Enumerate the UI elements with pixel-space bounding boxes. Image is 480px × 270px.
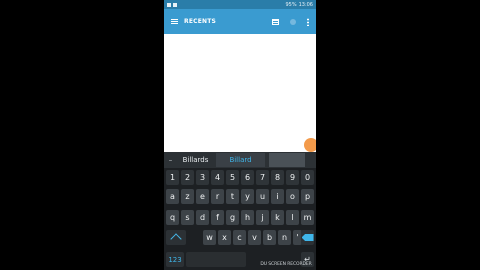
- key[interactable]: t: [226, 189, 239, 204]
- suggestion-right[interactable]: [269, 153, 305, 167]
- shift-key[interactable]: [166, 230, 186, 245]
- key[interactable]: n: [278, 230, 291, 245]
- key[interactable]: i: [271, 189, 284, 204]
- more-options-icon[interactable]: [307, 17, 309, 26]
- keyboard: 1 2 3 4 5 6 7 8 9 0 a z e r t y u i o p …: [164, 168, 316, 270]
- key[interactable]: e: [196, 189, 209, 204]
- notification-icons: [167, 2, 177, 7]
- key[interactable]: a: [166, 189, 179, 204]
- key[interactable]: d: [196, 210, 209, 225]
- floating-action-button[interactable]: [304, 138, 316, 152]
- suggestion-bar: – Billards Billard: [164, 152, 316, 168]
- key[interactable]: j: [256, 210, 269, 225]
- list-view-icon[interactable]: [272, 18, 279, 25]
- key[interactable]: 7: [256, 170, 269, 185]
- keyboard-row-3: w x c v b n ': [164, 228, 316, 248]
- suggestion-expand-icon[interactable]: –: [164, 152, 177, 168]
- backspace-icon: [301, 234, 314, 241]
- key[interactable]: 2: [181, 170, 194, 185]
- notification-icon: [173, 2, 177, 7]
- keyboard-row-1: a z e r t y u i o p: [164, 187, 316, 207]
- key[interactable]: x: [218, 230, 231, 245]
- key[interactable]: o: [286, 189, 299, 204]
- key[interactable]: 3: [196, 170, 209, 185]
- keyboard-row-2: q s d f g h j k l m: [164, 208, 316, 228]
- key[interactable]: p: [301, 189, 314, 204]
- key[interactable]: 0: [301, 170, 314, 185]
- key[interactable]: y: [241, 189, 254, 204]
- page-title: RECENTS: [184, 18, 217, 25]
- key[interactable]: c: [233, 230, 246, 245]
- key[interactable]: f: [211, 210, 224, 225]
- number-mode-key[interactable]: 123: [166, 252, 184, 267]
- key[interactable]: 1: [166, 170, 179, 185]
- phone-screen: 95% 13:06 RECENTS – Billards Billard 1 2…: [164, 0, 316, 270]
- shift-icon: [170, 233, 182, 245]
- notification-icon: [167, 2, 171, 7]
- key[interactable]: 4: [211, 170, 224, 185]
- key[interactable]: r: [211, 189, 224, 204]
- key[interactable]: 5: [226, 170, 239, 185]
- key[interactable]: h: [241, 210, 254, 225]
- suggestion-left[interactable]: Billards: [177, 152, 214, 168]
- key[interactable]: v: [248, 230, 261, 245]
- key[interactable]: 9: [286, 170, 299, 185]
- clock: 13:06: [298, 1, 313, 8]
- hamburger-menu-icon[interactable]: [164, 9, 184, 34]
- key[interactable]: l: [286, 210, 299, 225]
- key[interactable]: b: [263, 230, 276, 245]
- key[interactable]: z: [181, 189, 194, 204]
- key[interactable]: k: [271, 210, 284, 225]
- app-bar: RECENTS: [164, 9, 316, 34]
- key[interactable]: u: [256, 189, 269, 204]
- key[interactable]: s: [181, 210, 194, 225]
- keyboard-row-numbers: 1 2 3 4 5 6 7 8 9 0: [164, 168, 316, 188]
- key[interactable]: 8: [271, 170, 284, 185]
- key[interactable]: w: [203, 230, 216, 245]
- recorder-watermark: DU SCREEN RECORDER: [260, 261, 312, 267]
- backspace-key[interactable]: [301, 230, 314, 245]
- battery-level: 95%: [285, 1, 297, 8]
- suggestion-main[interactable]: Billard: [216, 153, 265, 167]
- key[interactable]: g: [226, 210, 239, 225]
- disabled-action-icon: [290, 18, 296, 25]
- key[interactable]: q: [166, 210, 179, 225]
- number-mode-label: 123: [168, 255, 182, 264]
- space-key[interactable]: [186, 252, 246, 267]
- status-bar: 95% 13:06: [164, 0, 316, 9]
- key[interactable]: 6: [241, 170, 254, 185]
- key[interactable]: m: [301, 210, 314, 225]
- recents-list: [164, 34, 316, 152]
